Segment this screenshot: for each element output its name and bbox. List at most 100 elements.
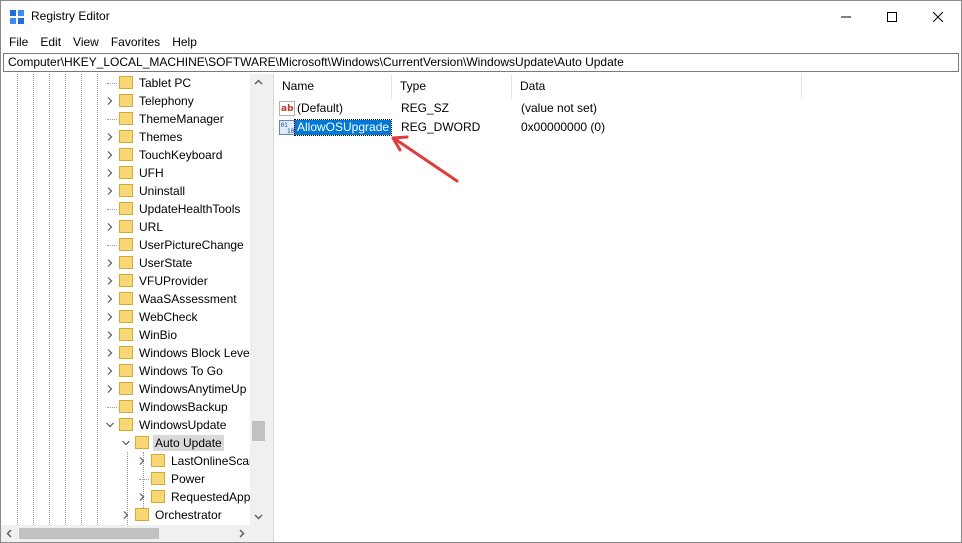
tree-connector — [107, 83, 117, 84]
tree-vertical-scroll-thumb[interactable] — [252, 421, 265, 441]
folder-icon — [119, 346, 133, 359]
tree-item[interactable]: RequestedApp — [1, 488, 250, 506]
key-tree-panel: Tablet PC Telephony ThemeManager Themes Touc… — [1, 74, 267, 542]
chevron-down-icon[interactable] — [121, 438, 131, 448]
chevron-right-icon[interactable] — [105, 312, 115, 322]
key-tree: Tablet PC Telephony ThemeManager Themes Touc… — [1, 74, 250, 525]
tree-item[interactable]: Windows Block Leve — [1, 344, 250, 362]
menu-edit[interactable]: Edit — [34, 33, 67, 51]
chevron-right-icon[interactable] — [105, 96, 115, 106]
chevron-right-icon[interactable] — [105, 150, 115, 160]
menu-file[interactable]: File — [3, 33, 34, 51]
column-header-type[interactable]: Type — [392, 74, 512, 99]
scroll-down-icon[interactable] — [254, 512, 263, 521]
tree-vertical-scrollbar[interactable] — [250, 74, 267, 525]
tree-item[interactable]: VFUProvider — [1, 272, 250, 290]
folder-icon — [119, 256, 133, 269]
folder-icon — [119, 112, 133, 125]
svg-text:10: 10 — [287, 128, 295, 135]
chevron-right-icon[interactable] — [121, 510, 131, 520]
folder-icon — [119, 130, 133, 143]
dword-value-icon: 01 10 — [279, 120, 295, 135]
tree-item[interactable]: LastOnlineScar — [1, 452, 250, 470]
chevron-right-icon[interactable] — [105, 168, 115, 178]
value-name-selected[interactable]: AllowOSUpgrade — [293, 119, 393, 136]
address-bar[interactable]: Computer\HKEY_LOCAL_MACHINE\SOFTWARE\Mic… — [3, 53, 959, 72]
tree-item[interactable]: URL — [1, 218, 250, 236]
chevron-right-icon[interactable] — [105, 222, 115, 232]
chevron-right-icon[interactable] — [105, 348, 115, 358]
tree-item-label: Tablet PC — [139, 76, 192, 90]
tree-item[interactable]: UpdateHealthTools — [1, 200, 250, 218]
tree-item[interactable]: Auto Update — [1, 434, 250, 452]
tree-item[interactable]: WebCheck — [1, 308, 250, 326]
tree-connector — [107, 407, 117, 408]
tree-connector — [139, 479, 149, 480]
chevron-right-icon[interactable] — [105, 366, 115, 376]
tree-item[interactable]: UFH — [1, 164, 250, 182]
folder-open-icon — [135, 436, 149, 449]
title-bar: Registry Editor — [1, 1, 961, 32]
scroll-up-icon[interactable] — [254, 78, 263, 87]
tree-item[interactable]: TouchKeyboard — [1, 146, 250, 164]
tree-item[interactable]: WinBio — [1, 326, 250, 344]
tree-item[interactable]: Tablet PC — [1, 74, 250, 92]
scroll-right-icon[interactable] — [237, 529, 246, 538]
tree-item[interactable]: WindowsUpdate — [1, 416, 250, 434]
menu-view[interactable]: View — [67, 33, 105, 51]
maximize-icon — [887, 11, 897, 22]
tree-item-label: Telephony — [139, 94, 194, 108]
chevron-right-icon[interactable] — [105, 258, 115, 268]
tree-item[interactable]: UserPictureChange — [1, 236, 250, 254]
scroll-left-icon[interactable] — [5, 529, 14, 538]
chevron-right-icon[interactable] — [105, 330, 115, 340]
registry-editor-window: Registry Editor File Edit View Favorites… — [0, 0, 962, 543]
folder-icon — [119, 292, 133, 305]
svg-text:ab: ab — [281, 104, 294, 114]
folder-icon — [119, 328, 133, 341]
chevron-right-icon[interactable] — [105, 132, 115, 142]
tree-item-label: WindowsBackup — [139, 400, 228, 414]
chevron-right-icon[interactable] — [105, 276, 115, 286]
chevron-right-icon[interactable] — [105, 186, 115, 196]
folder-icon — [119, 274, 133, 287]
annotation-arrow — [391, 135, 459, 183]
tree-item[interactable]: Power — [1, 470, 250, 488]
tree-item-label: WaaSAssessment — [139, 292, 237, 306]
chevron-right-icon[interactable] — [105, 384, 115, 394]
folder-icon — [119, 166, 133, 179]
chevron-right-icon[interactable] — [137, 492, 147, 502]
column-header-data[interactable]: Data — [512, 74, 802, 99]
value-data: (value not set) — [521, 101, 598, 115]
chevron-right-icon[interactable] — [105, 294, 115, 304]
tree-horizontal-scrollbar[interactable] — [1, 525, 267, 542]
folder-icon — [151, 490, 165, 503]
tree-item[interactable]: Orchestrator — [1, 506, 250, 524]
tree-horizontal-scroll-thumb[interactable] — [19, 528, 159, 539]
folder-icon — [119, 94, 133, 107]
tree-item[interactable]: Uninstall — [1, 182, 250, 200]
minimize-button[interactable] — [823, 1, 869, 32]
menu-favorites[interactable]: Favorites — [105, 33, 166, 51]
tree-item[interactable]: UserState — [1, 254, 250, 272]
tree-item[interactable]: Themes — [1, 128, 250, 146]
tree-item[interactable]: WindowsAnytimeUp — [1, 380, 250, 398]
close-button[interactable] — [915, 1, 961, 32]
tree-item-label: VFUProvider — [139, 274, 208, 288]
tree-item[interactable]: Windows To Go — [1, 362, 250, 380]
folder-icon — [119, 364, 133, 377]
tree-item[interactable]: Telephony — [1, 92, 250, 110]
chevron-down-icon[interactable] — [105, 420, 115, 430]
tree-item[interactable]: WaaSAssessment — [1, 290, 250, 308]
maximize-button[interactable] — [869, 1, 915, 32]
tree-item[interactable]: WindowsBackup — [1, 398, 250, 416]
folder-icon — [135, 508, 149, 521]
tree-item[interactable]: ThemeManager — [1, 110, 250, 128]
value-row-default[interactable]: ab (Default) REG_SZ (value not set) — [274, 99, 962, 118]
menu-help[interactable]: Help — [166, 33, 203, 51]
chevron-right-icon[interactable] — [137, 456, 147, 466]
column-header-name[interactable]: Name — [274, 74, 392, 99]
value-row-allowosupgrade[interactable]: 01 10 AllowOSUpgrade REG_DWORD 0x0000000… — [274, 118, 962, 137]
string-value-icon: ab — [279, 101, 295, 116]
tree-item-label: WindowsAnytimeUp — [139, 382, 247, 396]
